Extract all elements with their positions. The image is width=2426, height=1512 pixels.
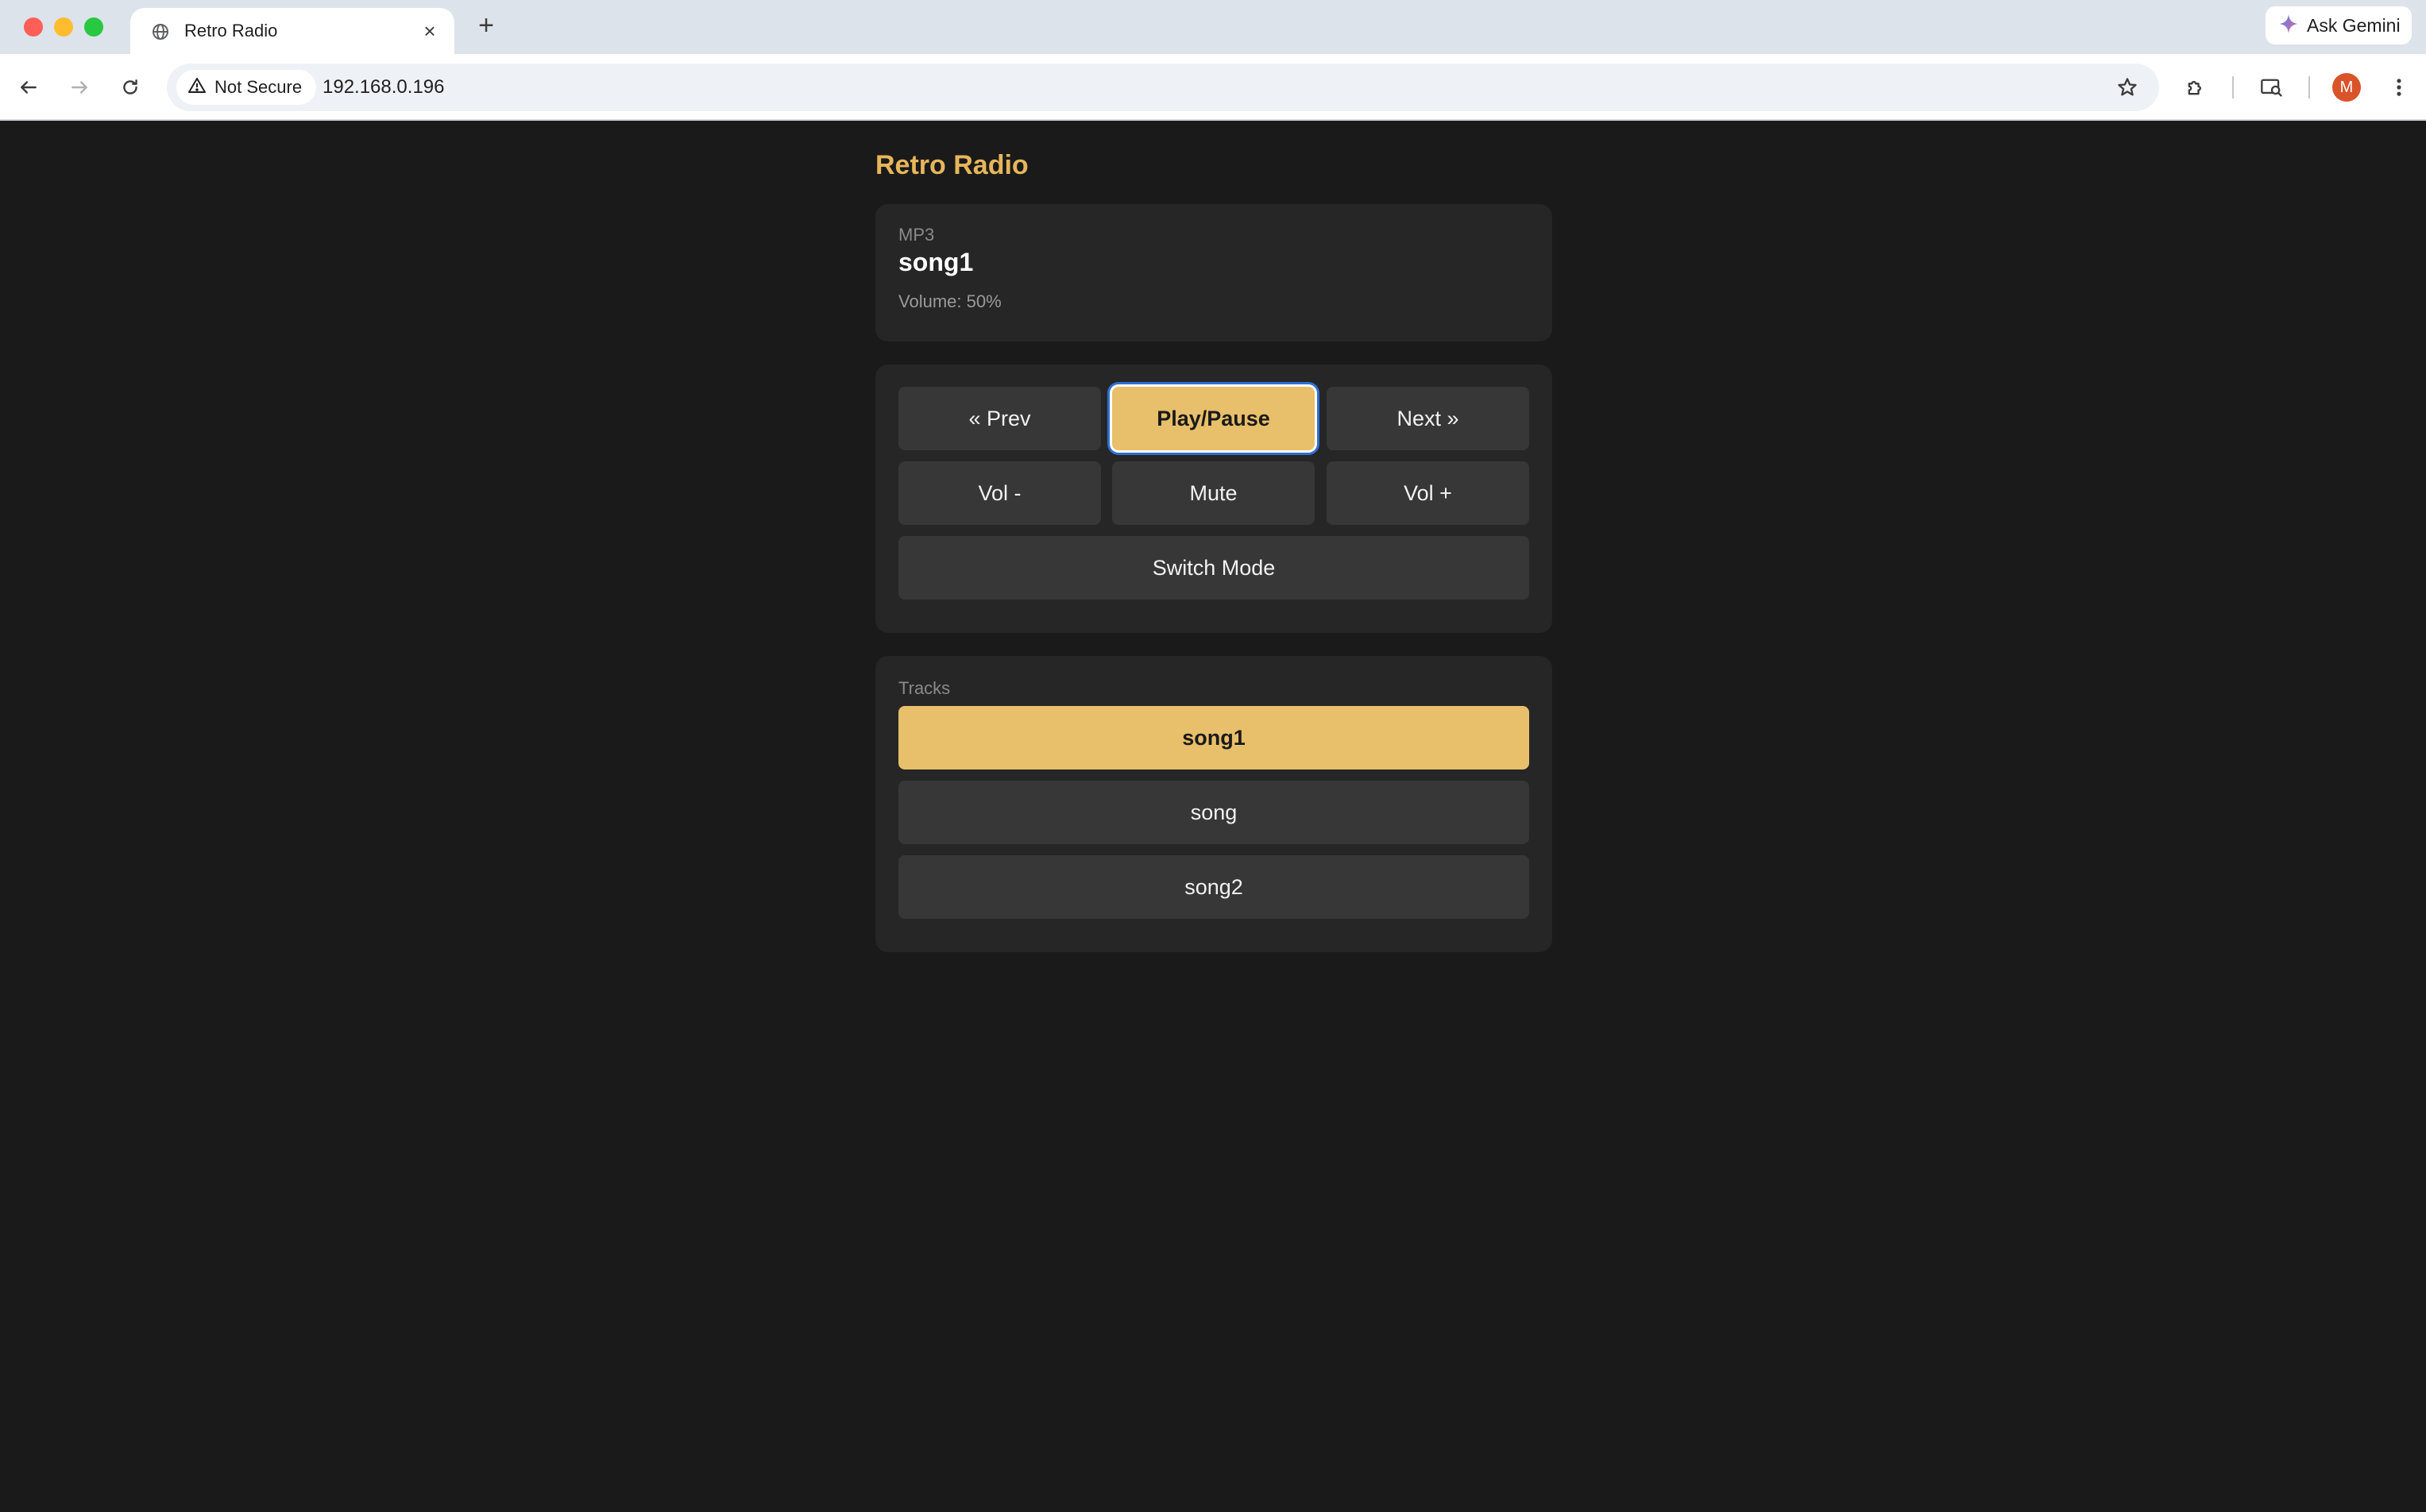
reload-icon[interactable]	[113, 70, 148, 105]
next-button[interactable]: Next »	[1327, 387, 1529, 450]
security-label: Not Secure	[214, 77, 303, 97]
cast-search-icon[interactable]	[2254, 70, 2289, 105]
volume-up-button[interactable]: Vol +	[1327, 461, 1529, 525]
ask-gemini-button[interactable]: Ask Gemini	[2266, 6, 2412, 44]
tracks-heading: Tracks	[898, 678, 951, 698]
warning-triangle-icon	[187, 76, 207, 99]
profile-avatar[interactable]: M	[2332, 73, 2361, 102]
play-pause-button[interactable]: Play/Pause	[1112, 387, 1315, 450]
track-item-song2[interactable]: song2	[898, 855, 1529, 919]
tab-close-icon[interactable]: ×	[418, 19, 442, 43]
toolbar-divider	[2308, 76, 2310, 98]
kebab-menu-icon[interactable]	[2382, 70, 2416, 105]
tracks-card: Tracks song1 song song2	[875, 656, 1552, 952]
mute-button[interactable]: Mute	[1112, 461, 1315, 525]
window-close-button[interactable]	[24, 17, 43, 37]
browser-tab[interactable]: Retro Radio ×	[130, 8, 454, 54]
now-playing-card: MP3 song1 Volume: 50%	[875, 204, 1552, 341]
window-zoom-button[interactable]	[84, 17, 103, 37]
switch-mode-button[interactable]: Switch Mode	[898, 536, 1529, 600]
page-title: Retro Radio	[875, 150, 1029, 180]
bookmark-star-icon[interactable]	[2110, 70, 2145, 105]
gemini-sparkle-icon	[2278, 14, 2299, 38]
browser-tab-strip: Retro Radio × + Ask Gemini	[0, 0, 2426, 54]
ask-gemini-label: Ask Gemini	[2307, 14, 2401, 36]
extensions-puzzle-icon[interactable]	[2178, 70, 2213, 105]
volume-readout: Volume: 50%	[898, 291, 1002, 311]
address-bar[interactable]: Not Secure 192.168.0.196	[167, 64, 2159, 111]
controls-card: « Prev Play/Pause Next » Vol - Mute Vol …	[875, 364, 1552, 633]
globe-icon	[151, 22, 170, 41]
back-arrow-icon[interactable]	[11, 70, 46, 105]
security-chip[interactable]: Not Secure	[176, 70, 317, 105]
new-tab-button[interactable]: +	[472, 10, 500, 40]
window-minimize-button[interactable]	[54, 17, 73, 37]
url-text[interactable]: 192.168.0.196	[323, 76, 444, 98]
volume-down-button[interactable]: Vol -	[898, 461, 1101, 525]
tab-title: Retro Radio	[184, 21, 278, 40]
track-item-song1[interactable]: song1	[898, 706, 1529, 770]
track-item-song[interactable]: song	[898, 781, 1529, 844]
mode-label: MP3	[898, 225, 935, 245]
prev-button[interactable]: « Prev	[898, 387, 1101, 450]
current-track-title: song1	[898, 248, 974, 276]
forward-arrow-icon[interactable]	[62, 70, 97, 105]
browser-toolbar: Not Secure 192.168.0.196 M	[0, 54, 2426, 121]
toolbar-divider	[2232, 76, 2234, 98]
